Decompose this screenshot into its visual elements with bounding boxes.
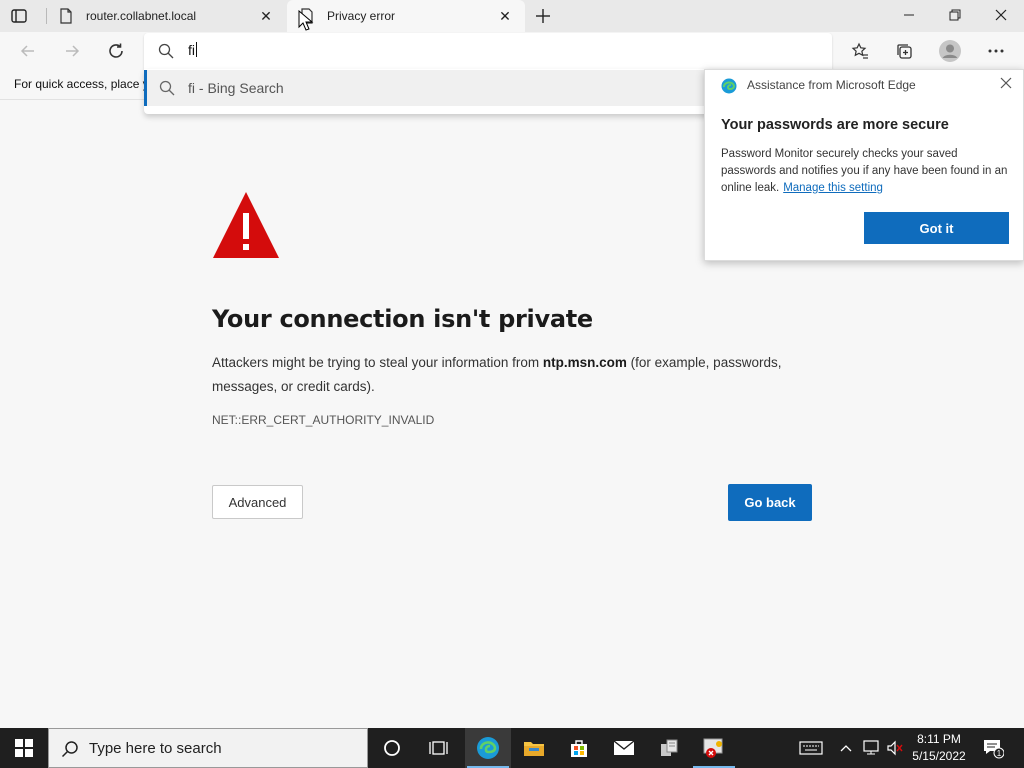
edge-logo-icon (721, 78, 737, 94)
edge-taskbar-icon[interactable] (465, 728, 511, 768)
task-view-icon[interactable] (416, 728, 462, 768)
back-arrow-icon[interactable] (16, 39, 40, 63)
favorites-star-icon[interactable] (848, 39, 872, 63)
tab-actions-icon[interactable] (10, 7, 28, 25)
tab-strip: router.collabnet.local ✕ Privacy error ✕ (0, 0, 1024, 32)
system-clock[interactable]: 8:11 PM 5/15/2022 (908, 731, 970, 765)
new-tab-icon[interactable] (533, 6, 553, 26)
windows-start-icon[interactable] (0, 728, 48, 768)
tab-router[interactable]: router.collabnet.local ✕ (46, 0, 286, 32)
close-tab-icon[interactable]: ✕ (495, 6, 515, 26)
suggestion-text: fi - Bing Search (188, 80, 284, 96)
network-icon[interactable] (860, 728, 882, 768)
forward-arrow-icon[interactable] (60, 39, 84, 63)
error-code: NET::ERR_CERT_AUTHORITY_INVALID (212, 413, 435, 427)
error-description: Attackers might be trying to steal your … (212, 355, 782, 394)
taskbar-search-placeholder: Type here to search (89, 740, 222, 757)
restore-icon[interactable] (932, 0, 978, 30)
got-it-button[interactable]: Got it (864, 212, 1009, 244)
show-hidden-icons-icon[interactable] (836, 728, 856, 768)
tab-privacy-error[interactable]: Privacy error ✕ (287, 0, 525, 32)
advanced-button[interactable]: Advanced (212, 485, 303, 519)
address-bar[interactable]: fi (144, 33, 832, 69)
close-icon[interactable] (997, 74, 1015, 92)
manage-setting-link[interactable]: Manage this setting (783, 182, 883, 194)
server-manager-icon[interactable] (646, 728, 692, 768)
clock-time: 8:11 PM (917, 732, 961, 746)
go-back-button[interactable]: Go back (728, 484, 812, 521)
profile-avatar-icon[interactable] (938, 39, 962, 63)
error-heading: Your connection isn't private (212, 305, 593, 333)
microsoft-store-icon[interactable] (556, 728, 602, 768)
taskbar: Type here to search 8:11 PM 5/15/2022 1 (0, 728, 1024, 768)
search-icon (159, 80, 175, 96)
close-tab-icon[interactable]: ✕ (256, 6, 276, 26)
notification-count: 1 (997, 749, 1002, 758)
popup-body: Password Monitor securely checks your sa… (721, 148, 1008, 194)
tab-title: Privacy error (327, 9, 396, 23)
file-explorer-icon[interactable] (511, 728, 557, 768)
close-window-icon[interactable] (978, 0, 1024, 30)
taskbar-search-box[interactable]: Type here to search (48, 728, 368, 768)
keyboard-icon[interactable] (796, 728, 826, 768)
mail-icon[interactable] (601, 728, 647, 768)
password-monitor-popup: Assistance from Microsoft Edge Your pass… (704, 69, 1024, 261)
network-error-app-icon[interactable] (691, 728, 737, 768)
popup-title: Assistance from Microsoft Edge (747, 78, 916, 92)
volume-muted-icon[interactable] (884, 728, 906, 768)
tab-title: router.collabnet.local (86, 9, 197, 23)
page-icon (58, 8, 74, 24)
address-input[interactable]: fi (188, 42, 197, 58)
favorites-hint-text: For quick access, place y (14, 77, 144, 91)
search-icon (158, 43, 174, 59)
minimize-icon[interactable] (886, 0, 932, 30)
collections-icon[interactable] (892, 39, 916, 63)
error-host: ntp.msn.com (542, 355, 627, 370)
cortana-icon[interactable] (369, 728, 415, 768)
warning-triangle-icon (212, 191, 280, 259)
more-options-icon[interactable] (984, 39, 1008, 63)
notification-center-icon[interactable]: 1 (978, 728, 1008, 768)
mouse-cursor-icon (298, 9, 314, 32)
refresh-icon[interactable] (104, 39, 128, 63)
clock-date: 5/15/2022 (912, 749, 966, 763)
popup-heading: Your passwords are more secure (721, 117, 949, 133)
search-icon (61, 740, 79, 758)
